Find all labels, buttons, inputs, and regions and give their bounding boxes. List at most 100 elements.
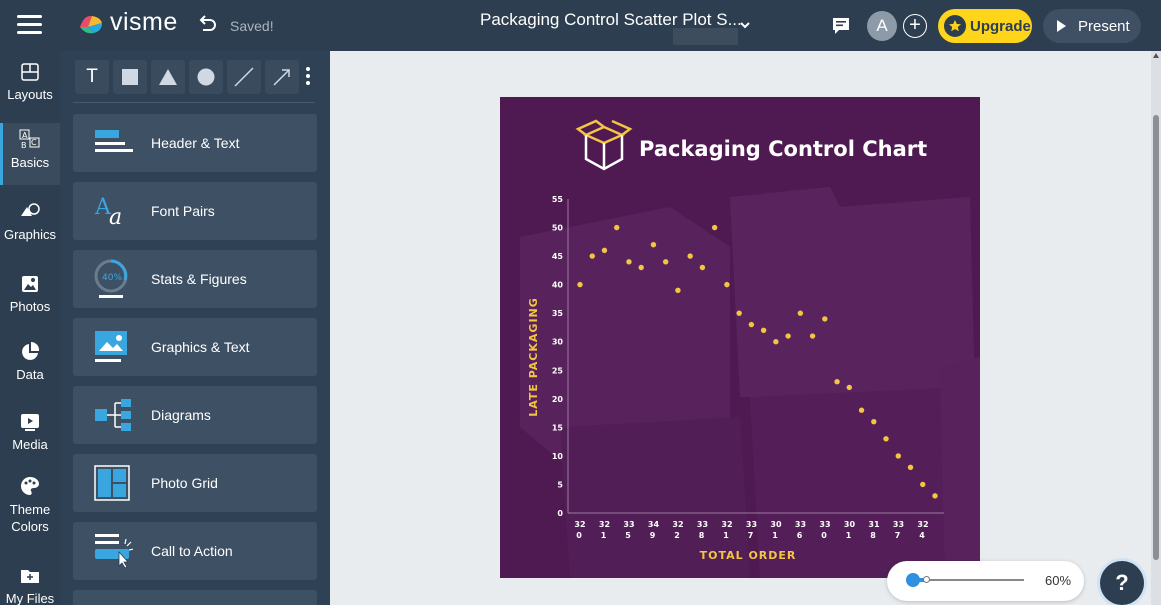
rail-item-basics[interactable]: ABC Basics — [0, 123, 60, 185]
scatter-point[interactable] — [785, 333, 791, 339]
triangle-tool-button[interactable] — [151, 60, 185, 94]
square-icon — [122, 69, 138, 85]
panel-item-diagrams[interactable]: Diagrams — [73, 386, 317, 444]
rail-item-data[interactable]: Data — [0, 341, 60, 389]
help-button[interactable]: ? — [1100, 561, 1144, 605]
rail-label: Theme — [9, 502, 51, 517]
scatter-point[interactable] — [760, 327, 767, 334]
scatter-point[interactable] — [907, 464, 914, 471]
scatter-point[interactable] — [626, 259, 632, 265]
line-tool-button[interactable] — [227, 60, 261, 94]
scatter-point[interactable] — [650, 241, 657, 248]
rail-item-theme-colors[interactable]: Theme Colors — [0, 475, 60, 541]
scatter-point[interactable] — [920, 481, 926, 488]
menu-icon[interactable] — [17, 15, 42, 35]
panel-item-stats-figures[interactable]: 40% Stats & Figures — [73, 250, 317, 308]
scatter-chart[interactable]: Packaging Control Chart 0 5 10 15 20 25 30 35 40… — [500, 97, 980, 578]
saved-status: Saved! — [230, 18, 274, 34]
panel-item-label: Header & Text — [151, 135, 240, 151]
scatter-point[interactable] — [932, 493, 938, 499]
zoom-control: 60% — [887, 561, 1084, 601]
scatter-point[interactable] — [614, 224, 620, 231]
y-tick-label: 25 — [552, 366, 564, 375]
document-title[interactable]: Packaging Control Scatter Plot S... — [480, 10, 742, 30]
comment-icon[interactable] — [831, 16, 851, 36]
svg-text:a: a — [109, 205, 122, 228]
panel-item-header-text[interactable]: Header & Text — [73, 114, 317, 172]
scatter-point[interactable] — [858, 407, 865, 413]
pie-chart-icon — [22, 341, 40, 360]
scatter-point[interactable] — [883, 436, 889, 442]
scatter-point[interactable] — [699, 264, 706, 271]
scatter-point[interactable] — [601, 247, 608, 254]
palette-icon — [21, 477, 39, 495]
scatter-point[interactable] — [871, 418, 877, 425]
scatter-point[interactable] — [895, 453, 901, 459]
chevron-down-icon[interactable] — [738, 18, 752, 32]
undo-icon[interactable] — [196, 14, 218, 36]
rail-item-media[interactable]: Media — [0, 411, 60, 459]
avatar[interactable]: A — [867, 11, 897, 41]
y-axis-label: LATE PACKAGING — [527, 297, 540, 417]
y-tick-label: 15 — [552, 423, 564, 432]
y-tick-label: 45 — [552, 252, 564, 261]
rail-label: Data — [16, 367, 44, 382]
add-collaborator-icon[interactable]: + — [903, 14, 927, 38]
svg-text:C: C — [31, 138, 37, 147]
rail-item-my-files[interactable]: My Files — [0, 565, 60, 605]
rectangle-tool-button[interactable] — [113, 60, 147, 94]
scatter-point[interactable] — [724, 281, 730, 288]
x-tick-label: 33 7 — [746, 520, 757, 540]
rail-item-photos[interactable]: Photos — [0, 273, 60, 321]
triangle-icon — [159, 69, 177, 85]
scroll-up-icon[interactable] — [1153, 53, 1159, 58]
scatter-point[interactable] — [822, 316, 828, 322]
upgrade-button[interactable]: Upgrade — [938, 9, 1032, 43]
scatter-point[interactable] — [773, 339, 779, 345]
scatter-point[interactable] — [662, 259, 669, 265]
svg-text:B: B — [21, 141, 27, 150]
slide-canvas[interactable]: Packaging Control Chart 0 5 10 15 20 25 30 35 40… — [500, 97, 980, 578]
rail-label: Media — [12, 437, 48, 452]
stats-icon: 40% — [93, 259, 133, 299]
more-icon[interactable] — [305, 67, 311, 87]
present-button[interactable]: Present — [1043, 9, 1141, 43]
panel-item-photo-grid[interactable]: Photo Grid — [73, 454, 317, 512]
scatter-point[interactable] — [675, 287, 681, 294]
scatter-point[interactable] — [834, 378, 840, 385]
photo-grid-icon — [93, 463, 133, 503]
play-icon — [1057, 20, 1066, 32]
scatter-point[interactable] — [577, 281, 583, 288]
graphics-text-icon — [93, 327, 133, 367]
panel-item-label: Photo Grid — [151, 475, 218, 491]
panel-item-font-pairs[interactable]: Aa Font Pairs — [73, 182, 317, 240]
zoom-slider-handle[interactable] — [906, 573, 920, 587]
scroll-thumb[interactable] — [1153, 115, 1159, 560]
scatter-point[interactable] — [797, 310, 804, 316]
arrow-tool-button[interactable] — [265, 60, 299, 94]
panel-item-call-to-action[interactable]: Call to Action — [73, 522, 317, 580]
graphics-icon — [21, 203, 40, 216]
scatter-point[interactable] — [736, 310, 742, 316]
scatter-point[interactable] — [846, 384, 853, 391]
rail-label: Colors — [11, 519, 49, 534]
rail-item-layouts[interactable]: Layouts — [0, 61, 60, 117]
scatter-point[interactable] — [687, 253, 693, 259]
y-tick-label: 50 — [552, 224, 564, 233]
y-tick-label: 40 — [552, 281, 564, 290]
shape-toolbar: T — [75, 60, 299, 94]
circle-tool-button[interactable] — [189, 60, 223, 94]
scatter-point[interactable] — [711, 224, 718, 231]
text-tool-button[interactable]: T — [75, 60, 109, 94]
rail-item-graphics[interactable]: Graphics — [0, 201, 60, 249]
x-axis-label: TOTAL ORDER — [700, 549, 797, 562]
panel-item-graphics-text[interactable]: Graphics & Text — [73, 318, 317, 376]
scatter-point[interactable] — [748, 321, 755, 328]
line-icon — [234, 67, 254, 87]
font-pairs-icon: Aa — [93, 191, 133, 231]
app-logo[interactable]: visme — [76, 8, 178, 37]
scatter-point[interactable] — [809, 333, 816, 339]
panel-item-label: Graphics & Text — [151, 339, 250, 355]
scatter-point[interactable] — [638, 264, 644, 271]
scatter-point[interactable] — [589, 253, 595, 259]
